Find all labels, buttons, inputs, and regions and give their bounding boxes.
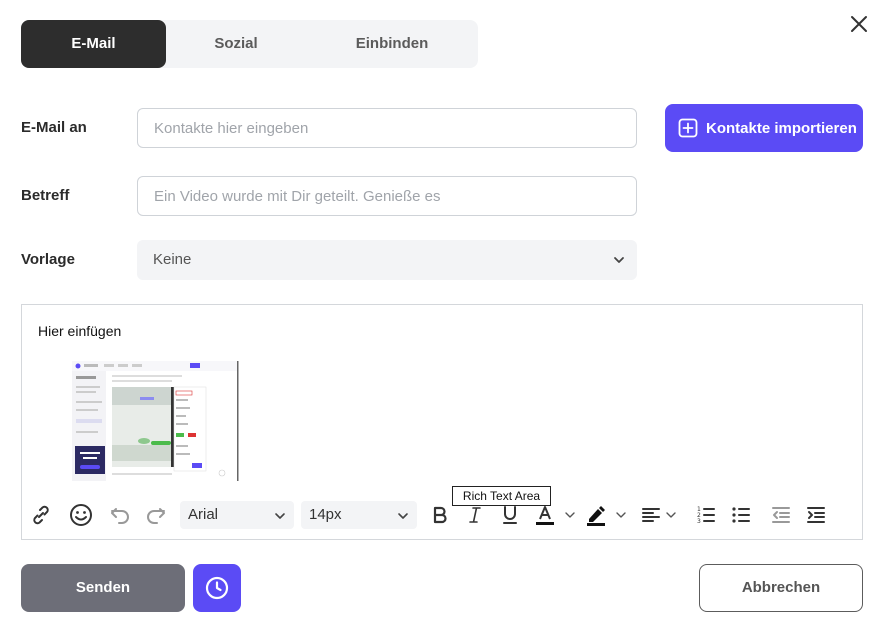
italic-icon[interactable]	[463, 503, 487, 527]
editor-body-text: Hier einfügen	[38, 323, 122, 339]
svg-text:3: 3	[697, 518, 701, 525]
import-contacts-button[interactable]: Kontakte importieren	[665, 104, 863, 152]
emoji-icon[interactable]	[69, 503, 93, 527]
ordered-list-icon[interactable]: 1 2 3	[694, 503, 718, 527]
tab-social[interactable]: Sozial	[166, 20, 306, 68]
align-left-icon[interactable]	[639, 503, 663, 527]
bullet-list-icon[interactable]	[729, 503, 753, 527]
font-size-select[interactable]: 14px	[301, 501, 417, 529]
cancel-button[interactable]: Abbrechen	[699, 564, 863, 612]
tab-embed[interactable]: Einbinden	[317, 20, 467, 68]
template-select-value: Keine	[153, 251, 192, 268]
redo-icon[interactable]	[144, 503, 168, 527]
share-tabs: E-Mail Sozial Einbinden	[21, 20, 478, 68]
link-icon[interactable]	[29, 503, 53, 527]
subject-label: Betreff	[21, 187, 70, 204]
template-select[interactable]: Keine	[137, 240, 637, 280]
bold-icon[interactable]	[428, 503, 452, 527]
video-thumbnail-image[interactable]	[72, 361, 240, 481]
chevron-down-icon	[275, 513, 285, 519]
outdent-icon[interactable]	[769, 503, 793, 527]
highlight-icon[interactable]	[584, 503, 608, 527]
undo-icon[interactable]	[108, 503, 132, 527]
align-dropdown-icon[interactable]	[665, 509, 677, 521]
clock-icon	[205, 576, 229, 600]
template-label: Vorlage	[21, 251, 75, 268]
subject-input[interactable]	[137, 176, 637, 216]
font-size-value: 14px	[309, 506, 342, 523]
font-family-select[interactable]: Arial	[180, 501, 294, 529]
close-icon[interactable]	[847, 12, 871, 36]
email-to-input[interactable]	[137, 108, 637, 148]
indent-icon[interactable]	[804, 503, 828, 527]
schedule-button[interactable]	[193, 564, 241, 612]
import-contacts-label: Kontakte importieren	[706, 119, 857, 137]
font-family-value: Arial	[188, 506, 219, 523]
chevron-down-icon	[398, 513, 408, 519]
chevron-down-icon	[614, 257, 624, 263]
plus-square-icon	[678, 118, 698, 138]
send-button[interactable]: Senden	[21, 564, 185, 612]
text-color-dropdown-icon[interactable]	[564, 509, 576, 521]
underline-icon[interactable]	[498, 503, 522, 527]
email-to-label: E-Mail an	[21, 119, 87, 136]
tab-email[interactable]: E-Mail	[21, 20, 166, 68]
text-color-icon[interactable]	[533, 503, 557, 527]
highlight-dropdown-icon[interactable]	[615, 509, 627, 521]
